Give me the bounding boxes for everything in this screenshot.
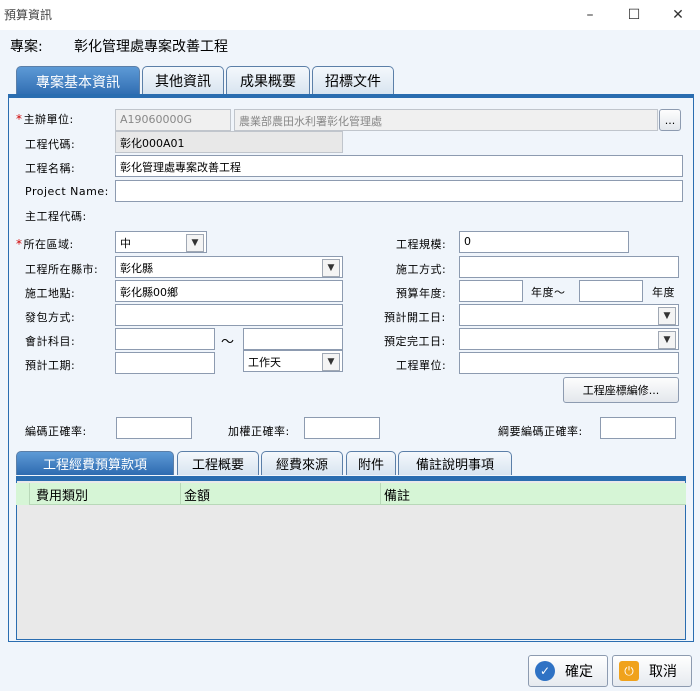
chevron-down-icon: ▼ [658, 331, 676, 349]
duration-label: 預計工期: [25, 359, 76, 372]
start-date-label: 預計開工日: [384, 311, 446, 324]
site-field[interactable]: 彰化縣00鄉 [115, 280, 343, 302]
unit-label: 工程單位: [396, 359, 447, 372]
coding-rate-field[interactable] [116, 417, 192, 439]
budget-year-end-label: 年度 [652, 286, 675, 299]
main-code-label: 主工程代碼: [25, 210, 87, 223]
project-name-label: 工程名稱: [25, 162, 76, 175]
sponsor-unit-code-field[interactable]: A19060000G [115, 109, 231, 131]
tab-tender-docs[interactable]: 招標文件 [312, 66, 394, 94]
chevron-down-icon: ▼ [322, 353, 340, 371]
checkmark-icon: ✓ [535, 661, 555, 681]
title-bar: 預算資訊 – ☐ ✕ [0, 0, 700, 30]
budget-year-from-field[interactable] [459, 280, 523, 302]
account-subject-tilde: ～ [221, 335, 235, 350]
required-marker: * [16, 112, 23, 126]
grid-column-divider [380, 483, 381, 505]
region-label: *所在區域: [16, 237, 74, 251]
account-subject-to-field[interactable] [243, 328, 343, 350]
maximize-button[interactable]: ☐ [618, 3, 650, 27]
ok-button[interactable]: ✓ 確定 [528, 655, 608, 687]
outline-rate-field[interactable] [600, 417, 676, 439]
weighted-rate-label: 加權正確率: [228, 425, 290, 438]
tab-budget-items[interactable]: 工程經費預算款項 [16, 451, 174, 475]
ok-button-label: 確定 [565, 664, 593, 680]
contract-method-field[interactable] [115, 304, 343, 326]
outline-rate-label: 綱要編碼正確率: [498, 425, 583, 438]
power-icon: ⏻ [619, 661, 639, 681]
project-code-label: 工程代碼: [25, 138, 76, 151]
county-label: 工程所在縣市: [25, 263, 99, 276]
budget-year-mid-label: 年度～ [531, 286, 566, 299]
account-subject-from-field[interactable] [115, 328, 215, 350]
budget-year-to-field[interactable] [579, 280, 643, 302]
tab-project-overview[interactable]: 工程概要 [177, 451, 259, 475]
project-code-field: 彰化000A01 [115, 131, 343, 153]
tab-attachments[interactable]: 附件 [346, 451, 396, 475]
contract-method-label: 發包方式: [25, 311, 76, 324]
project-name-field[interactable]: 彰化管理處專案改善工程 [115, 155, 683, 177]
sponsor-unit-label: *主辦單位: [16, 112, 74, 126]
chevron-down-icon: ▼ [322, 259, 340, 277]
tab-other-info[interactable]: 其他資訊 [142, 66, 224, 94]
minimize-button[interactable]: – [574, 3, 606, 27]
account-subject-label: 會計科目: [25, 335, 76, 348]
grid-column-header[interactable]: 備註 [384, 485, 410, 504]
grid-column-header[interactable]: 費用類別 [36, 485, 88, 504]
end-date-picker[interactable]: ▼ [459, 328, 679, 350]
weighted-rate-field[interactable] [304, 417, 380, 439]
grid-column-divider [180, 483, 181, 505]
duration-unit-select[interactable]: 工作天 ▼ [243, 350, 343, 372]
close-button[interactable]: ✕ [662, 3, 694, 27]
chevron-down-icon: ▼ [186, 234, 204, 252]
duration-field[interactable] [115, 352, 215, 374]
tab-basic-info[interactable]: 專案基本資訊 [16, 66, 140, 96]
end-date-label: 預定完工日: [384, 335, 446, 348]
coordinate-edit-button[interactable]: 工程座標編修... [563, 377, 679, 403]
start-date-picker[interactable]: ▼ [459, 304, 679, 326]
cancel-button[interactable]: ⏻ 取消 [612, 655, 692, 687]
coding-rate-label: 編碼正確率: [25, 425, 87, 438]
project-name: 彰化管理處專案改善工程 [74, 39, 228, 55]
project-label: 專案: [10, 39, 43, 55]
construction-method-field[interactable] [459, 256, 679, 278]
tab-remarks[interactable]: 備註說明事項 [398, 451, 512, 475]
cancel-button-label: 取消 [649, 664, 677, 680]
grid-column-header[interactable]: 金額 [184, 485, 210, 504]
chevron-down-icon: ▼ [658, 307, 676, 325]
window-title: 預算資訊 [4, 8, 53, 22]
unit-field[interactable] [459, 352, 679, 374]
required-marker: * [16, 237, 23, 251]
budget-year-label: 預算年度: [396, 287, 447, 300]
project-name-en-field[interactable] [115, 180, 683, 202]
project-name-en-label: Project Name: [25, 185, 109, 198]
sponsor-unit-browse-button[interactable]: ... [659, 109, 681, 131]
scale-field[interactable]: 0 [459, 231, 629, 253]
tab-funding-source[interactable]: 經費來源 [261, 451, 343, 475]
grid-header-row [16, 483, 686, 505]
sponsor-unit-name-field[interactable]: 農業部農田水利署彰化管理處 [234, 109, 658, 131]
region-select[interactable]: 中 ▼ [115, 231, 207, 253]
scale-label: 工程規模: [396, 238, 447, 251]
tab-results[interactable]: 成果概要 [226, 66, 310, 94]
construction-method-label: 施工方式: [396, 263, 447, 276]
site-label: 施工地點: [25, 287, 76, 300]
grid-row-header-cell [16, 483, 30, 505]
county-select[interactable]: 彰化縣 ▼ [115, 256, 343, 278]
